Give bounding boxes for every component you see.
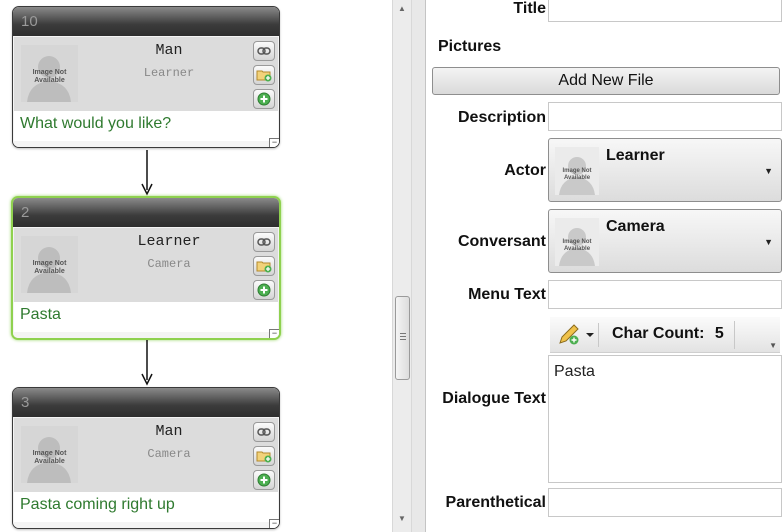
toolbar-overflow-icon[interactable]: ▼ (769, 341, 777, 350)
link-icon (257, 238, 271, 246)
folder-add-icon (256, 70, 272, 82)
add-icon (257, 473, 271, 487)
add-file-button[interactable] (253, 446, 275, 466)
description-label: Description (457, 109, 546, 126)
char-count-label: Char Count: (612, 325, 705, 342)
dialogue-canvas[interactable]: 10 Image Not Available Man Learner What … (0, 0, 392, 532)
scroll-up-arrow[interactable]: ▲ (398, 4, 406, 13)
node-id: 2 (13, 198, 279, 227)
link-button[interactable] (253, 41, 275, 61)
collapse-button[interactable]: − (269, 329, 279, 338)
node-conversant: Camera (147, 257, 191, 271)
add-child-button[interactable] (253, 280, 275, 300)
actor-picture: Image Not Available (21, 426, 78, 483)
title-input[interactable] (548, 0, 782, 22)
pictures-label: Pictures (438, 38, 502, 55)
node-actor: Man (155, 423, 183, 440)
image-placeholder-text: Image Not Available (562, 239, 592, 252)
collapse-button[interactable]: − (269, 519, 279, 528)
link-button[interactable] (253, 422, 275, 442)
folder-add-icon (256, 261, 272, 273)
node-dialogue-text: Pasta coming right up (14, 492, 278, 522)
chevron-down-icon: ▼ (764, 237, 773, 247)
actor-dropdown[interactable]: Image Not Available Learner ▼ (548, 138, 782, 202)
node-dialogue-text: What would you like? (14, 111, 278, 141)
add-file-button[interactable] (253, 256, 275, 276)
dialogue-node[interactable]: 3 Image Not Available Man Camera Pasta c… (12, 387, 280, 529)
node-actor: Man (155, 42, 183, 59)
text-toolbar: Char Count: 5 ▼ (550, 317, 780, 353)
link-icon (257, 428, 271, 436)
add-child-button[interactable] (253, 470, 275, 490)
dialogue-text-input[interactable]: Pasta (548, 355, 782, 483)
add-file-button[interactable] (253, 65, 275, 85)
vertical-scrollbar[interactable]: ▲ ▼ (392, 0, 412, 532)
connector-arrow (141, 150, 153, 196)
menu-text-label: Menu Text (468, 286, 546, 303)
node-id: 3 (13, 388, 279, 417)
folder-add-icon (256, 451, 272, 463)
node-id: 10 (13, 7, 279, 36)
char-count-value: 5 (714, 325, 724, 342)
conversant-value: Camera (606, 218, 665, 235)
collapse-button[interactable]: − (269, 138, 279, 147)
scroll-down-arrow[interactable]: ▼ (398, 514, 406, 523)
parenthetical-label: Parenthetical (445, 494, 546, 511)
description-input[interactable] (548, 102, 782, 131)
properties-panel: Title Pictures Add New File Description … (426, 0, 784, 532)
dialogue-node-selected[interactable]: 2 Image Not Available Learner Camera Pas… (11, 196, 281, 340)
node-conversant: Camera (147, 447, 191, 461)
actor-label: Actor (504, 162, 546, 179)
node-dialogue-text: Pasta (14, 302, 278, 332)
chevron-down-icon: ▼ (764, 166, 773, 176)
menu-text-input[interactable] (548, 280, 782, 309)
char-count: Char Count: 5 (612, 325, 724, 343)
conversant-dropdown[interactable]: Image Not Available Camera ▼ (548, 209, 782, 273)
conversant-picture: Image Not Available (555, 218, 599, 266)
actor-picture: Image Not Available (21, 236, 78, 293)
actor-value: Learner (606, 147, 665, 164)
actor-picture: Image Not Available (555, 147, 599, 195)
link-icon (257, 47, 271, 55)
image-placeholder-text: Image Not Available (32, 450, 67, 465)
add-icon (257, 92, 271, 106)
conversant-label: Conversant (457, 233, 546, 250)
add-icon (257, 283, 271, 297)
actor-picture: Image Not Available (21, 45, 78, 102)
image-placeholder-text: Image Not Available (32, 260, 67, 275)
add-new-file-button[interactable]: Add New File (432, 67, 780, 95)
link-button[interactable] (253, 232, 275, 252)
dialogue-text-label: Dialogue Text (442, 390, 546, 407)
image-placeholder-text: Image Not Available (562, 168, 592, 181)
panel-splitter[interactable] (412, 0, 426, 532)
node-actor: Learner (137, 233, 201, 250)
scroll-thumb[interactable] (395, 296, 410, 380)
title-label: Title (513, 0, 546, 17)
edit-pencil-icon (559, 324, 594, 345)
add-child-button[interactable] (253, 89, 275, 109)
parenthetical-input[interactable] (548, 488, 782, 517)
image-placeholder-text: Image Not Available (32, 69, 67, 84)
node-conversant: Learner (143, 66, 195, 80)
dialogue-node[interactable]: 10 Image Not Available Man Learner What … (12, 6, 280, 148)
edit-tool-button[interactable] (554, 323, 599, 347)
connector-arrow (141, 340, 153, 386)
